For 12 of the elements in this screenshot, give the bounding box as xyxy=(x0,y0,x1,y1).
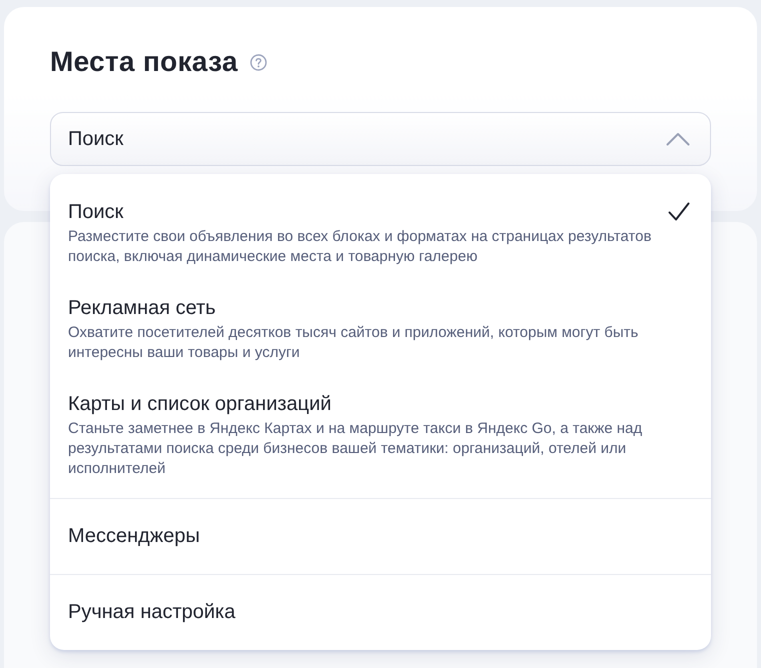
option-title: Рекламная сеть xyxy=(68,297,217,319)
option-description: Охватите посетителей десятков тысяч сайтов и приложений, которым могут быть интересны ваши товары и услуги xyxy=(68,323,640,363)
option-description: Станьте заметнее в Яндекс Картах и на маршруте такси в Яндекс Go, а также над результатами поиска среди бизнесов вашей тематики: организаций, отелей или исполнителей xyxy=(68,419,644,479)
menu-option[interactable]: Поиск Разместите свои объявления во всех блоках и форматах на страницах результатов поиска, включая динамические места и товарную галерею xyxy=(50,186,711,282)
help-icon[interactable] xyxy=(250,54,267,71)
option-description: Разместите свои объявления во всех блоках и форматах на страницах результатов поиска, включая динамические места и товарную галерею xyxy=(68,227,652,267)
menu-option[interactable]: Карты и список организаций Станьте заметнее в Яндекс Картах и на маршруте такси в Яндекс Go, а также над результатами поиска среди бизнесов вашей тематики: организаций, отелей или исполнителей xyxy=(50,378,711,494)
select-field[interactable]: Поиск xyxy=(50,112,711,166)
menu-option[interactable]: Рекламная сеть Охватите посетителей десятков тысяч сайтов и приложений, которым могут быть интересны ваши товары и услуги xyxy=(50,282,711,378)
option-title: Карты и список организаций xyxy=(68,393,332,415)
section-title: Места показа xyxy=(50,45,238,78)
option-title: Поиск xyxy=(68,201,124,223)
